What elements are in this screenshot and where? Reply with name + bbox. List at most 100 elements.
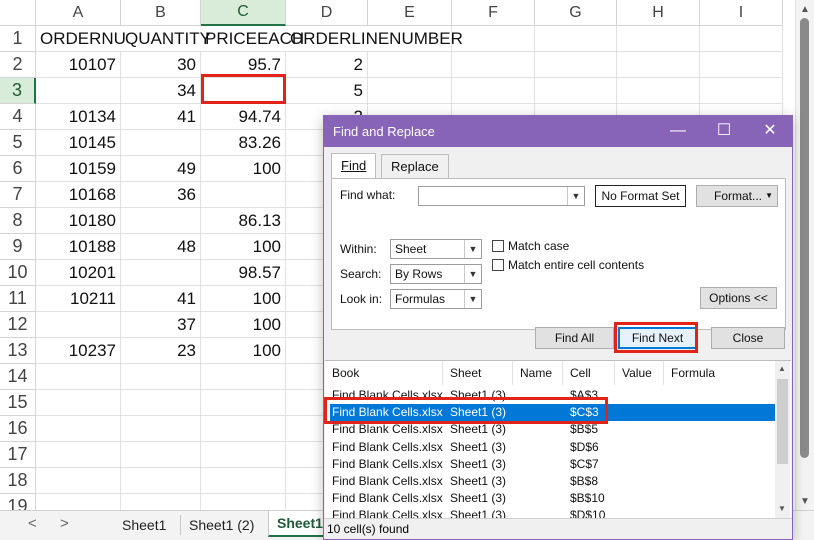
row-header-12[interactable]: 12	[0, 312, 36, 338]
row-header-3[interactable]: 3	[0, 78, 36, 104]
row-header-10[interactable]: 10	[0, 260, 36, 286]
cell-a11[interactable]: 10211	[36, 286, 121, 312]
cell-a2[interactable]: 10107	[36, 52, 121, 78]
cell-b8[interactable]	[121, 208, 201, 234]
find-what-dropdown-icon[interactable]: ▼	[567, 187, 584, 205]
row-header-11[interactable]: 11	[0, 286, 36, 312]
cell-g3[interactable]	[535, 78, 617, 104]
cell-f3[interactable]	[452, 78, 535, 104]
results-scroll-down-icon[interactable]: ▼	[778, 504, 786, 513]
results-header-book[interactable]: Book	[325, 361, 443, 385]
cell-h3[interactable]	[617, 78, 700, 104]
row-header-4[interactable]: 4	[0, 104, 36, 130]
cell-b10[interactable]	[121, 260, 201, 286]
find-all-button[interactable]: Find All	[535, 327, 614, 349]
cell-b16[interactable]	[121, 416, 201, 442]
column-header-i[interactable]: I	[700, 0, 783, 26]
dialog-title-bar[interactable]: Find and Replace — ☐ ✕	[324, 116, 792, 147]
cell-a3[interactable]	[36, 78, 121, 104]
cell-a5[interactable]: 10145	[36, 130, 121, 156]
results-header-formula[interactable]: Formula	[664, 361, 774, 385]
tab-scroll-right-icon[interactable]: >	[60, 515, 69, 532]
row-header-16[interactable]: 16	[0, 416, 36, 442]
cell-b17[interactable]	[121, 442, 201, 468]
tab-sheet1[interactable]: Sheet1	[114, 515, 174, 535]
search-select[interactable]: By Rows ▼	[390, 264, 482, 284]
minimize-icon[interactable]: —	[667, 120, 689, 142]
within-select[interactable]: Sheet ▼	[390, 239, 482, 259]
results-scrollbar[interactable]: ▲ ▼	[775, 361, 790, 518]
cell-h1[interactable]	[617, 26, 700, 52]
result-row[interactable]: Find Blank Cells.xlsx Sheet1 (3) $C$3	[330, 404, 775, 422]
cell-e2[interactable]	[368, 52, 452, 78]
cell-d3[interactable]: 5	[286, 78, 368, 104]
result-row[interactable]: Find Blank Cells.xlsx Sheet1 (3) $C$7	[330, 456, 775, 473]
cell-h2[interactable]	[617, 52, 700, 78]
row-header-5[interactable]: 5	[0, 130, 36, 156]
tab-find[interactable]: Find	[331, 153, 377, 179]
cell-c7[interactable]	[201, 182, 286, 208]
cell-e3[interactable]	[368, 78, 452, 104]
column-header-f[interactable]: F	[452, 0, 535, 26]
row-header-13[interactable]: 13	[0, 338, 36, 364]
column-header-e[interactable]: E	[368, 0, 452, 26]
cell-a18[interactable]	[36, 468, 121, 494]
cell-b12[interactable]: 37	[121, 312, 201, 338]
tab-replace[interactable]: Replace	[381, 154, 449, 178]
close-icon[interactable]: ✕	[759, 120, 781, 142]
cell-c9[interactable]: 100	[201, 234, 286, 260]
results-list[interactable]: Book Sheet Name Cell Value Formula Find …	[325, 360, 791, 518]
row-header-6[interactable]: 6	[0, 156, 36, 182]
cell-b7[interactable]: 36	[121, 182, 201, 208]
cell-b13[interactable]: 23	[121, 338, 201, 364]
look-in-select[interactable]: Formulas ▼	[390, 289, 482, 309]
row-header-18[interactable]: 18	[0, 468, 36, 494]
match-entire-label[interactable]: Match entire cell contents	[508, 258, 644, 272]
row-header-17[interactable]: 17	[0, 442, 36, 468]
cell-b14[interactable]	[121, 364, 201, 390]
results-scroll-thumb[interactable]	[777, 379, 788, 464]
cell-a15[interactable]	[36, 390, 121, 416]
tab-sheet1-3-active[interactable]: Sheet1	[268, 511, 331, 537]
row-header-14[interactable]: 14	[0, 364, 36, 390]
row-header-8[interactable]: 8	[0, 208, 36, 234]
close-button[interactable]: Close	[711, 327, 785, 349]
cell-b5[interactable]	[121, 130, 201, 156]
cell-a1[interactable]: ORDERNU	[36, 26, 126, 52]
results-header-name[interactable]: Name	[513, 361, 563, 385]
cell-c3[interactable]	[201, 78, 286, 104]
result-row[interactable]: Find Blank Cells.xlsx Sheet1 (3) $B$5	[330, 421, 775, 438]
cell-a9[interactable]: 10188	[36, 234, 121, 260]
cell-f2[interactable]	[452, 52, 535, 78]
cell-c18[interactable]	[201, 468, 286, 494]
cell-d1[interactable]: ORDERLINENUMBER	[286, 26, 463, 52]
cell-c8[interactable]: 86.13	[201, 208, 286, 234]
match-case-label[interactable]: Match case	[508, 239, 569, 253]
cell-b6[interactable]: 49	[121, 156, 201, 182]
cell-b3[interactable]: 34	[121, 78, 201, 104]
match-case-checkbox[interactable]	[492, 240, 504, 252]
tab-sheet1-2[interactable]: Sheet1 (2)	[180, 515, 262, 535]
column-header-d[interactable]: D	[286, 0, 368, 26]
cell-a14[interactable]	[36, 364, 121, 390]
cell-a6[interactable]: 10159	[36, 156, 121, 182]
cell-f1[interactable]	[452, 26, 535, 52]
sheet-vertical-scrollbar[interactable]: ▲ ▼	[795, 0, 814, 512]
results-header-value[interactable]: Value	[615, 361, 664, 385]
cell-i3[interactable]	[700, 78, 783, 104]
cell-a13[interactable]: 10237	[36, 338, 121, 364]
cell-g1[interactable]	[535, 26, 617, 52]
row-header-2[interactable]: 2	[0, 52, 36, 78]
cell-c13[interactable]: 100	[201, 338, 286, 364]
find-next-button[interactable]: Find Next	[618, 327, 697, 349]
cell-a10[interactable]: 10201	[36, 260, 121, 286]
column-header-b[interactable]: B	[121, 0, 201, 26]
column-header-g[interactable]: G	[535, 0, 617, 26]
cell-b11[interactable]: 41	[121, 286, 201, 312]
cell-b15[interactable]	[121, 390, 201, 416]
cell-b1[interactable]: QUANTITY	[121, 26, 211, 52]
results-scroll-up-icon[interactable]: ▲	[778, 364, 786, 373]
result-row[interactable]: Find Blank Cells.xlsx Sheet1 (3) $D$10	[330, 507, 775, 518]
column-header-c[interactable]: C	[201, 0, 286, 26]
scroll-down-icon[interactable]: ▼	[800, 496, 810, 507]
